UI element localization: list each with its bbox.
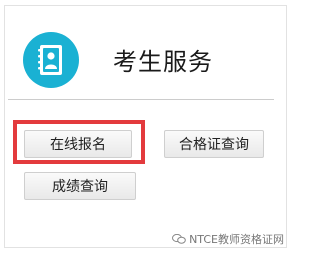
- highlight-frame: [13, 120, 145, 164]
- certificate-query-button[interactable]: 合格证查询: [164, 130, 264, 158]
- score-query-button[interactable]: 成绩查询: [24, 172, 136, 200]
- page-title: 考生服务: [113, 48, 213, 76]
- divider: [8, 99, 274, 100]
- watermark: NTCE教师资格证网: [172, 231, 284, 247]
- address-book-icon: [23, 32, 79, 88]
- wechat-icon: [172, 234, 186, 244]
- watermark-text: NTCE教师资格证网: [189, 233, 284, 246]
